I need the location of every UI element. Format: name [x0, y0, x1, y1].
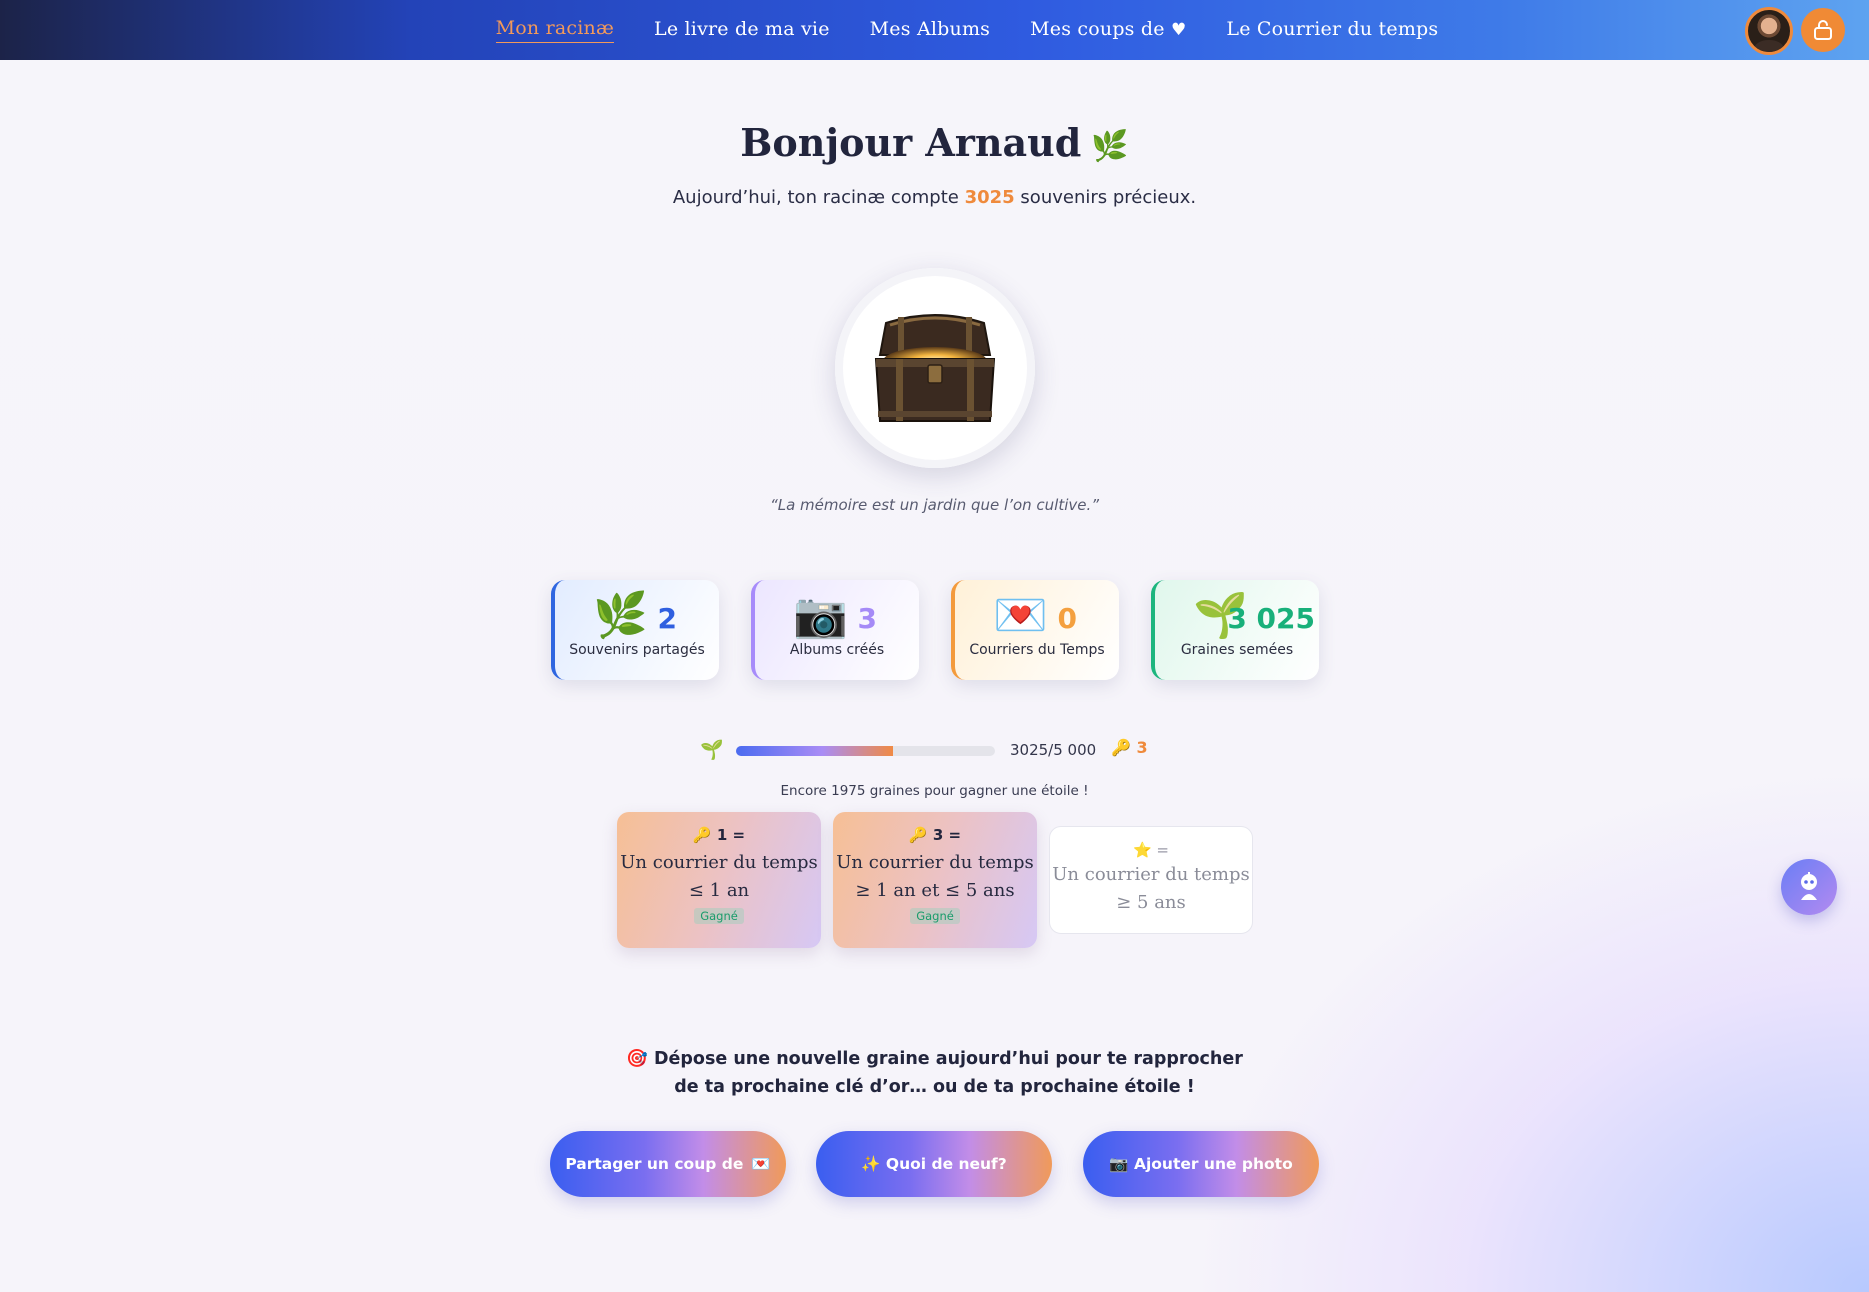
- stat-card-courriers[interactable]: 💌 0 Courriers du Temps: [951, 580, 1119, 680]
- button-label: Partager un coup de: [565, 1155, 744, 1173]
- reward-cost: 🔑 3 =: [908, 826, 962, 844]
- seedling-icon: 🌱: [700, 739, 724, 761]
- leaf-icon: 🌿: [1091, 129, 1129, 164]
- call-to-action-text: 🎯 Dépose une nouvelle graine aujourd’hui…: [0, 1045, 1869, 1101]
- stat-value: 3: [857, 602, 877, 635]
- reward-line: Un courrier du temps: [620, 852, 818, 873]
- nav-links: Mon racinæ Le livre de ma vie Mes Albums…: [0, 0, 1869, 60]
- progress-bar: [736, 746, 995, 756]
- stat-card-souvenirs[interactable]: 🌿 2 Souvenirs partagés: [551, 580, 719, 680]
- stat-label: Souvenirs partagés: [569, 642, 705, 658]
- progress-count: 3025/5 000: [1010, 741, 1097, 759]
- stat-label: Courriers du Temps: [969, 642, 1105, 658]
- add-photo-button[interactable]: 📷 Ajouter une photo: [1083, 1131, 1319, 1197]
- memories-count: 3025: [964, 187, 1015, 208]
- treasure-chest-image: [835, 268, 1035, 468]
- love-letter-icon: 💌: [993, 590, 1048, 641]
- summary-prefix: Aujourd’hui, ton racinæ compte: [672, 187, 959, 208]
- reward-line: Un courrier du temps: [836, 852, 1034, 873]
- cta-line: 🎯 Dépose une nouvelle graine aujourd’hui…: [626, 1049, 1243, 1069]
- stat-label: Graines semées: [1180, 642, 1294, 658]
- share-coup-de-coeur-button[interactable]: Partager un coup de 💌: [550, 1131, 786, 1197]
- remaining-seeds-text: Encore 1975 graines pour gagner une étoi…: [780, 783, 1089, 799]
- key-icon: 🔑: [1111, 738, 1131, 757]
- keys-value: 3: [1136, 738, 1148, 757]
- earned-badge: Gagné: [694, 908, 744, 924]
- stat-card-graines[interactable]: 🌱 3 025 Graines semées: [1151, 580, 1319, 680]
- reward-card-3-keys[interactable]: 🔑 3 = Un courrier du temps ≥ 1 an et ≤ 5…: [833, 812, 1037, 948]
- nav-link-livre-de-ma-vie[interactable]: Le livre de ma vie: [654, 18, 830, 43]
- memory-quote: “La mémoire est un jardin que l’on culti…: [769, 496, 1100, 514]
- lock-icon: [1814, 20, 1832, 40]
- heart-icon: ♥: [1170, 19, 1187, 40]
- seed-progress: 🌱 3025/5 000 🔑 3: [700, 738, 1180, 762]
- love-letter-icon: 💌: [751, 1155, 771, 1173]
- nav-link-mon-racinae[interactable]: Mon racinæ: [495, 17, 615, 43]
- earned-badge: Gagné: [910, 908, 960, 924]
- stat-card-albums[interactable]: 📷 3 Albums créés: [751, 580, 919, 680]
- greeting-title: Bonjour Arnaud 🌿: [0, 120, 1869, 165]
- chatbot-button[interactable]: [1781, 859, 1837, 915]
- quoi-de-neuf-button[interactable]: ✨ Quoi de neuf?: [816, 1131, 1052, 1197]
- stat-value: 3 025: [1227, 602, 1315, 635]
- memories-summary: Aujourd’hui, ton racinæ compte 3025 souv…: [0, 187, 1869, 208]
- reward-description: Un courrier du temps ≥ 5 ans: [1050, 861, 1252, 917]
- reward-card-1-key[interactable]: 🔑 1 = Un courrier du temps ≤ 1 an Gagné: [617, 812, 821, 948]
- top-navbar: Mon racinæ Le livre de ma vie Mes Albums…: [0, 0, 1869, 60]
- reward-line: ≥ 1 an et ≤ 5 ans: [855, 880, 1015, 901]
- camera-icon: 📷: [793, 590, 848, 641]
- reward-cost: 🔑 1 =: [692, 826, 746, 844]
- nav-link-mes-albums[interactable]: Mes Albums: [870, 18, 990, 43]
- greeting-text: Bonjour Arnaud: [740, 120, 1082, 165]
- reward-cost: ⭐ =: [1132, 841, 1169, 859]
- summary-suffix: souvenirs précieux.: [1020, 187, 1197, 208]
- reward-description: Un courrier du temps ≤ 1 an: [617, 849, 821, 905]
- treasure-chest-icon: [874, 314, 996, 422]
- cta-line: de ta prochaine clé d’or… ou de ta proch…: [674, 1077, 1195, 1097]
- reward-line: ≤ 1 an: [688, 880, 750, 901]
- keys-count: 🔑 3: [1111, 738, 1148, 757]
- stat-value: 2: [657, 602, 677, 635]
- robot-icon: [1801, 872, 1817, 900]
- stat-label: Albums créés: [789, 642, 885, 658]
- nav-link-label: Mes coups de: [1030, 17, 1165, 40]
- stat-value: 0: [1057, 602, 1077, 635]
- user-avatar[interactable]: [1745, 7, 1793, 55]
- reward-line: ≥ 5 ans: [1116, 892, 1186, 913]
- reward-description: Un courrier du temps ≥ 1 an et ≤ 5 ans: [833, 849, 1037, 905]
- reward-line: Un courrier du temps: [1052, 864, 1250, 885]
- nav-link-mes-coups-de-coeur[interactable]: Mes coups de ♥: [1030, 18, 1186, 43]
- progress-bar-fill: [736, 746, 893, 756]
- leaf-icon: 🌿: [593, 590, 648, 641]
- lock-button[interactable]: [1801, 8, 1845, 52]
- nav-link-courrier-du-temps[interactable]: Le Courrier du temps: [1226, 18, 1438, 43]
- reward-card-star[interactable]: ⭐ = Un courrier du temps ≥ 5 ans: [1049, 826, 1253, 934]
